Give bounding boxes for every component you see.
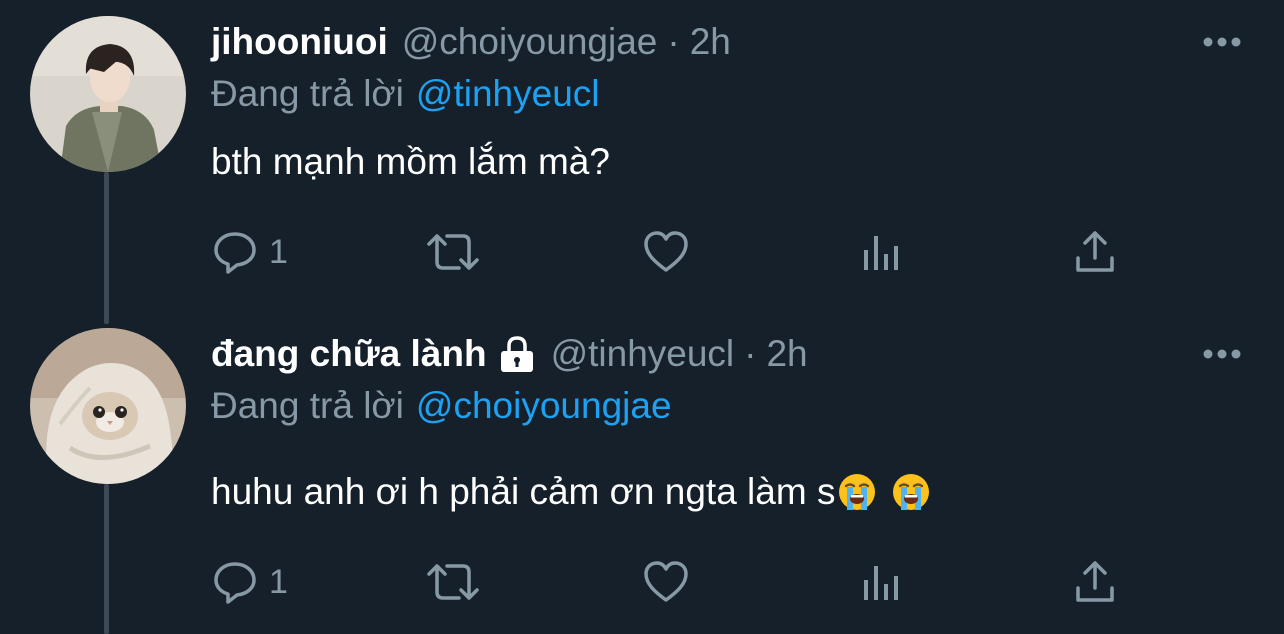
reply-button[interactable]: 1 — [211, 552, 288, 612]
analytics-icon — [864, 566, 898, 600]
reply-mention-link[interactable]: @choiyoungjae — [416, 385, 672, 426]
timestamp[interactable]: 2h — [690, 20, 731, 64]
more-icon — [1203, 37, 1241, 47]
reply-count: 1 — [269, 232, 288, 271]
reply-button[interactable]: 1 — [211, 222, 288, 282]
display-name[interactable]: đang chữa lành — [211, 332, 487, 376]
share-icon — [1076, 231, 1114, 272]
share-icon — [1076, 561, 1114, 602]
display-name[interactable]: jihooniuoi — [211, 20, 388, 64]
analytics-button[interactable] — [859, 222, 903, 282]
user-handle[interactable]: @tinhyeucl — [551, 332, 735, 376]
reply-icon — [214, 232, 256, 274]
loudly-crying-face-emoji — [837, 472, 877, 512]
tweet-actions: 1 — [211, 222, 1131, 282]
more-icon — [1203, 349, 1241, 359]
retweet-button[interactable] — [425, 222, 481, 282]
tweet-actions: 1 — [211, 552, 1131, 612]
separator-dot: · — [744, 333, 757, 374]
like-icon — [644, 561, 688, 602]
conversation-thread: jihooniuoi @choiyoungjae · 2h Đang trả l… — [0, 0, 1284, 634]
retweet-button[interactable] — [425, 552, 481, 612]
separator-dot: · — [667, 21, 680, 62]
retweet-icon — [427, 564, 479, 600]
loudly-crying-face-emoji — [891, 472, 931, 512]
tweet-header: jihooniuoi @choiyoungjae · 2h — [211, 20, 731, 64]
tweet[interactable]: đang chữa lành @tinhyeucl · 2h Đang trả … — [0, 312, 1284, 634]
tweet[interactable]: jihooniuoi @choiyoungjae · 2h Đang trả l… — [0, 0, 1284, 312]
replying-to: Đang trả lời @choiyoungjae — [211, 384, 672, 428]
replying-to: Đang trả lời @tinhyeucl — [211, 72, 600, 116]
avatar-photo-icon — [30, 16, 186, 172]
reply-mention-link[interactable]: @tinhyeucl — [416, 73, 600, 114]
avatar-photo-icon — [30, 328, 186, 484]
more-options-button[interactable] — [1200, 20, 1244, 64]
replying-to-label: Đang trả lời — [211, 73, 404, 114]
replying-to-label: Đang trả lời — [211, 385, 404, 426]
avatar[interactable] — [30, 328, 186, 484]
like-icon — [644, 231, 688, 272]
share-button[interactable] — [1073, 552, 1117, 612]
lock-icon — [497, 334, 537, 374]
share-button[interactable] — [1073, 222, 1117, 282]
tweet-text-content: bth mạnh mồm lắm mà? — [211, 141, 610, 182]
like-button[interactable] — [641, 552, 691, 612]
analytics-button[interactable] — [859, 552, 903, 612]
timestamp[interactable]: 2h — [766, 332, 807, 376]
user-handle[interactable]: @choiyoungjae — [402, 20, 658, 64]
tweet-text: huhu anh ơi h phải cảm ơn ngta làm s — [211, 470, 931, 514]
tweet-text: bth mạnh mồm lắm mà? — [211, 140, 610, 184]
reply-icon — [214, 562, 256, 604]
like-button[interactable] — [641, 222, 691, 282]
analytics-icon — [864, 236, 898, 270]
retweet-icon — [427, 234, 479, 270]
tweet-text-content: huhu anh ơi h phải cảm ơn ngta làm s — [211, 471, 836, 512]
tweet-header: đang chữa lành @tinhyeucl · 2h — [211, 332, 808, 376]
reply-count: 1 — [269, 562, 288, 601]
more-options-button[interactable] — [1200, 332, 1244, 376]
avatar[interactable] — [30, 16, 186, 172]
